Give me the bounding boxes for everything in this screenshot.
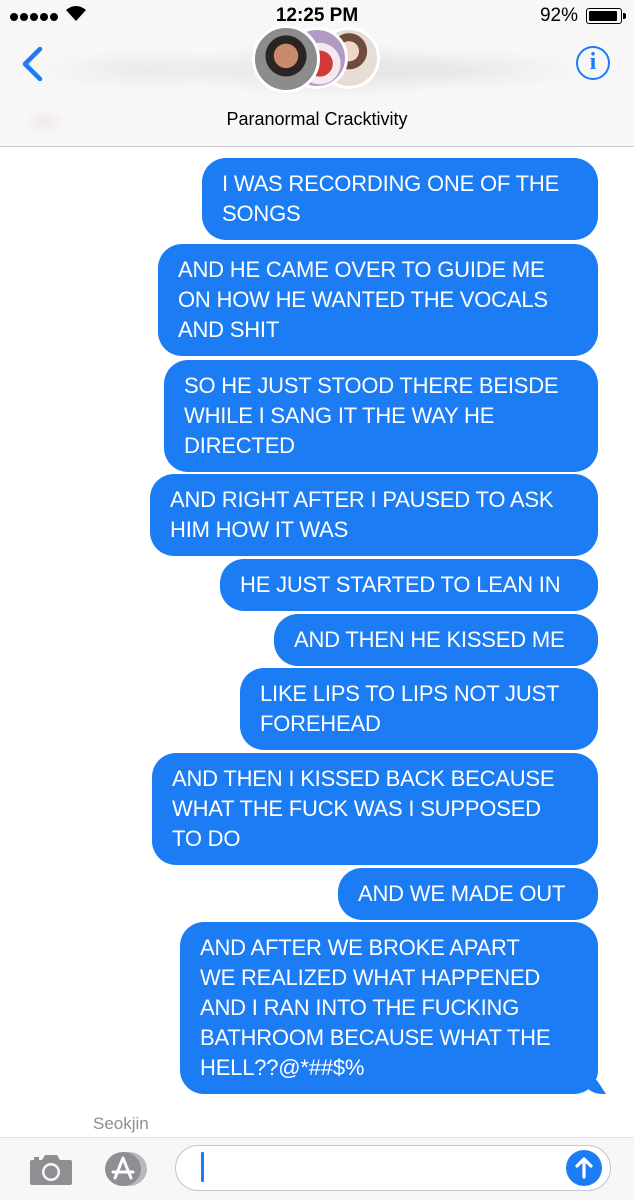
battery-level-fill (589, 11, 617, 21)
app-store-icon (105, 1152, 147, 1186)
message-bubble[interactable]: SO HE JUST STOOD THERE BEISDE WHILE I SA… (164, 360, 598, 472)
message-field[interactable] (175, 1145, 611, 1191)
message-input-bar (0, 1137, 634, 1200)
text-cursor (201, 1152, 204, 1182)
avatar (252, 25, 320, 93)
message-bubble[interactable]: AND HE CAME OVER TO GUIDE ME ON HOW HE W… (158, 244, 598, 356)
message-thread[interactable]: I WAS RECORDING ONE OF THE SONGS AND HE … (0, 146, 634, 1136)
conversation-header: 12:25 PM 92% Paranormal Cracktivity i (0, 0, 634, 147)
battery-percentage: 92% (539, 5, 578, 26)
info-icon: i (589, 49, 597, 75)
battery-icon (586, 8, 626, 24)
send-arrow-up-icon (575, 1157, 593, 1179)
message-bubble[interactable]: I WAS RECORDING ONE OF THE SONGS (202, 158, 598, 240)
message-bubble[interactable]: AND THEN HE KISSED ME (274, 614, 598, 666)
status-time: 12:25 PM (275, 5, 359, 26)
info-button[interactable]: i (576, 46, 610, 80)
camera-button[interactable] (28, 1151, 74, 1187)
chevron-left-icon (22, 46, 43, 82)
message-bubble[interactable]: AND RIGHT AFTER I PAUSED TO ASK HIM HOW … (150, 474, 598, 556)
message-bubble[interactable]: AND THEN I KISSED BACK BECAUSE WHAT THE … (152, 753, 598, 865)
group-name[interactable]: Paranormal Cracktivity (0, 109, 634, 130)
app-store-button[interactable] (101, 1150, 149, 1188)
typing-sender-label: Seokjin (93, 1114, 149, 1133)
back-button[interactable] (18, 44, 48, 84)
message-bubble[interactable]: AND WE MADE OUT (338, 868, 598, 920)
message-input[interactable] (198, 1152, 562, 1186)
group-avatars[interactable] (250, 25, 390, 99)
camera-icon (30, 1155, 72, 1185)
message-bubble[interactable]: HE JUST STARTED TO LEAN IN (220, 559, 598, 611)
send-button[interactable] (566, 1150, 602, 1186)
message-bubble[interactable]: LIKE LIPS TO LIPS NOT JUST FOREHEAD (240, 668, 598, 750)
message-bubble[interactable]: AND AFTER WE BROKE APART WE REALIZED WHA… (180, 922, 598, 1094)
